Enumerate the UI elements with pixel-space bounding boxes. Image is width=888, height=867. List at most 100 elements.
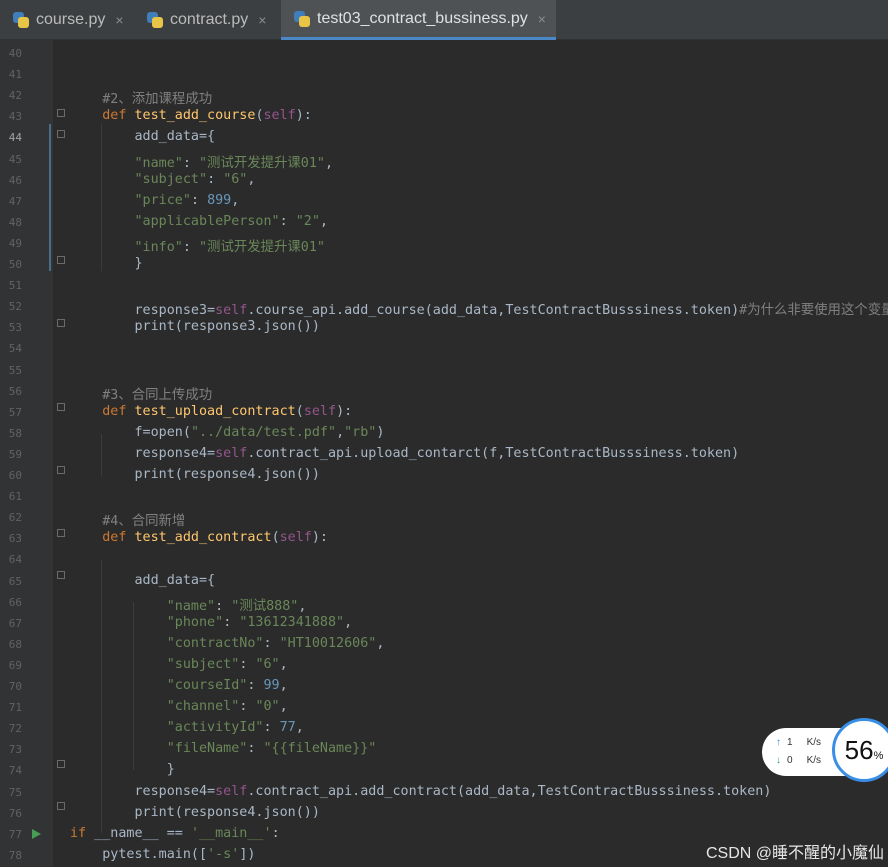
code-line[interactable]: 64 xyxy=(0,549,888,570)
code-line[interactable]: 63 def test_add_contract(self): xyxy=(0,528,888,549)
code-line[interactable]: 56 #3、合同上传成功 xyxy=(0,381,888,403)
code-line[interactable]: 62 #4、合同新增 xyxy=(0,507,888,529)
code-line[interactable]: 41 xyxy=(0,64,888,85)
cpu-usage-gauge[interactable]: 56% xyxy=(832,718,888,782)
code-line[interactable]: 73 "fileName": "{{fileName}}" xyxy=(0,739,888,760)
code-line[interactable]: 55 xyxy=(0,360,888,381)
line-number: 53 xyxy=(8,321,22,335)
code-text: "price": 899, xyxy=(134,192,240,208)
code-line[interactable]: 66 "name": "测试888", xyxy=(0,592,888,614)
code-line[interactable]: 67 "phone": "13612341888", xyxy=(0,613,888,634)
tab-label: course.py xyxy=(36,11,106,28)
editor-tab-bar: course.py × contract.py × test03_contrac… xyxy=(0,0,888,40)
line-number: 46 xyxy=(8,173,22,187)
python-file-icon xyxy=(12,11,30,29)
code-line[interactable]: 40 xyxy=(0,43,888,64)
line-number: 60 xyxy=(8,469,22,482)
code-line[interactable]: 46 "subject": "6", xyxy=(0,170,888,191)
network-speed-widget[interactable]: ↑ 1 K/s ↓ 0 K/s 56% xyxy=(762,718,888,784)
code-text: pytest.main(['-s']) xyxy=(70,846,256,862)
close-icon[interactable]: × xyxy=(258,12,266,28)
cpu-usage-unit: % xyxy=(873,749,884,762)
code-line[interactable]: 53 print(response3.json()) xyxy=(0,317,888,338)
code-text: #2、添加课程成功 xyxy=(70,92,213,108)
download-speed: ↓ 0 K/s xyxy=(776,755,821,766)
code-line[interactable]: 50 } xyxy=(0,254,888,275)
code-line[interactable]: 45 "name": "测试开发提升课01", xyxy=(0,149,888,171)
code-line[interactable]: 47 "price": 899, xyxy=(0,191,888,212)
code-line[interactable]: 57 def test_upload_contract(self): xyxy=(0,402,888,423)
line-number: 72 xyxy=(8,722,22,736)
code-line[interactable]: 49 "info": "测试开发提升课01" xyxy=(0,233,888,255)
code-line[interactable]: 71 "channel": "0", xyxy=(0,697,888,718)
code-line[interactable]: 42 #2、添加课程成功 xyxy=(0,85,888,108)
upload-speed: ↑ 1 K/s xyxy=(776,737,821,748)
line-number: 51 xyxy=(8,279,22,293)
upload-value: 1 xyxy=(787,737,793,748)
code-text: add_data={ xyxy=(70,572,216,588)
code-text: "info": "测试开发提升课01" xyxy=(134,239,325,255)
line-number: 62 xyxy=(8,511,22,525)
code-line[interactable]: 76 print(response4.json()) xyxy=(0,803,888,824)
line-number: 78 xyxy=(8,848,22,862)
code-line[interactable]: 69 "subject": "6", xyxy=(0,655,888,676)
arrow-down-icon: ↓ xyxy=(776,755,781,766)
line-number: 41 xyxy=(8,68,22,82)
code-line[interactable]: 60 print(response4.json()) xyxy=(0,465,888,486)
code-text: "subject": "6", xyxy=(166,656,288,672)
arrow-up-icon: ↑ xyxy=(776,737,781,748)
line-number: 59 xyxy=(8,447,22,461)
code-line[interactable]: 74 } xyxy=(0,760,888,781)
tab-course-py[interactable]: course.py × xyxy=(0,0,134,40)
line-number: 42 xyxy=(8,89,22,103)
code-line[interactable]: 52 response3=self.course_api.add_course(… xyxy=(0,296,888,319)
code-text: "name": "测试888", xyxy=(166,598,307,614)
line-number: 77 xyxy=(8,827,22,841)
code-line[interactable]: 75 response4=self.contract_api.add_contr… xyxy=(0,782,888,803)
tab-contract-py[interactable]: contract.py × xyxy=(134,0,280,40)
line-number: 57 xyxy=(8,405,22,419)
line-number: 69 xyxy=(8,658,22,672)
code-text: } xyxy=(70,256,143,271)
line-number: 56 xyxy=(8,384,22,398)
code-text: response4=self.contract_api.add_contract… xyxy=(70,783,772,799)
code-line[interactable]: 58 f=open("../data/test.pdf","rb") xyxy=(0,423,888,444)
code-text: "applicablePerson": "2", xyxy=(134,213,329,229)
line-number: 68 xyxy=(8,637,22,651)
code-line[interactable]: 51 xyxy=(0,275,888,296)
code-editor[interactable]: 40 41 42 #2、添加课程成功 43 def test_add_course(s… xyxy=(0,40,888,867)
code-text: def test_add_course(self): xyxy=(102,108,312,124)
code-line[interactable]: 48 "applicablePerson": "2", xyxy=(0,212,888,233)
code-line[interactable]: 61 xyxy=(0,486,888,507)
line-number: 65 xyxy=(8,574,22,588)
line-number: 52 xyxy=(8,300,22,314)
code-text: "phone": "13612341888", xyxy=(166,614,353,630)
line-number: 61 xyxy=(8,490,22,504)
line-number: 50 xyxy=(8,258,22,271)
code-text: "fileName": "{{fileName}}" xyxy=(166,741,377,757)
code-line[interactable]: 72 "activityId": 77, xyxy=(0,718,888,739)
code-text: response3=self.course_api.add_course(add… xyxy=(70,303,888,319)
code-line[interactable]: 65 add_data={ xyxy=(0,571,888,592)
line-number: 64 xyxy=(8,553,22,567)
code-line[interactable]: 70 "courseId": 99, xyxy=(0,676,888,697)
line-number: 43 xyxy=(8,110,22,124)
line-number: 63 xyxy=(8,532,22,546)
close-icon[interactable]: × xyxy=(538,11,546,27)
code-line[interactable]: 43 def test_add_course(self): xyxy=(0,106,888,127)
tab-test03-contract-bussiness-py[interactable]: test03_contract_bussiness.py × xyxy=(281,0,556,40)
code-text: f=open("../data/test.pdf","rb") xyxy=(70,424,385,440)
line-number: 48 xyxy=(8,215,22,229)
code-text: #3、合同上传成功 xyxy=(70,387,213,403)
line-number: 55 xyxy=(8,363,22,377)
line-number: 49 xyxy=(8,236,22,250)
code-line[interactable]: 44 add_data={ xyxy=(0,127,888,148)
line-number: 66 xyxy=(8,595,22,609)
line-number: 73 xyxy=(8,743,22,757)
close-icon[interactable]: × xyxy=(115,12,123,28)
code-line[interactable]: 68 "contractNo": "HT10012606", xyxy=(0,634,888,655)
code-text: "subject": "6", xyxy=(134,171,256,187)
code-line[interactable]: 59 response4=self.contract_api.upload_co… xyxy=(0,444,888,465)
code-text: "channel": "0", xyxy=(166,699,288,715)
code-line[interactable]: 54 xyxy=(0,338,888,359)
